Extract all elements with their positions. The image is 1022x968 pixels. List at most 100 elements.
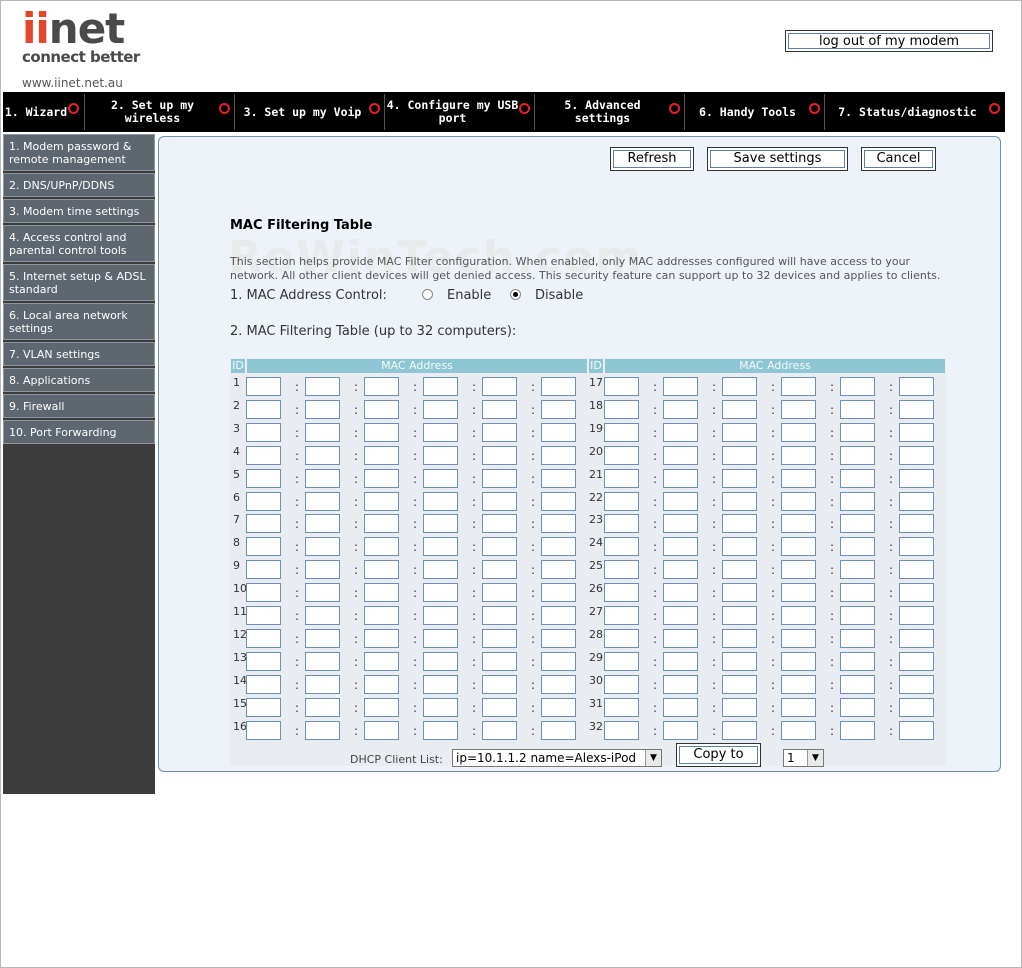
mac-octet-input[interactable] bbox=[781, 446, 816, 465]
sidebar-item-vlan[interactable]: 7. VLAN settings bbox=[3, 342, 155, 366]
mac-octet-input[interactable] bbox=[663, 675, 698, 694]
mac-octet-input[interactable] bbox=[246, 721, 281, 740]
mac-octet-input[interactable] bbox=[364, 537, 399, 556]
mac-octet-input[interactable] bbox=[781, 629, 816, 648]
mac-octet-input[interactable] bbox=[722, 400, 757, 419]
mac-octet-input[interactable] bbox=[840, 492, 875, 511]
tab-advanced[interactable]: 5. Advanced settings bbox=[534, 94, 684, 130]
mac-octet-input[interactable] bbox=[423, 721, 458, 740]
mac-octet-input[interactable] bbox=[482, 400, 517, 419]
mac-octet-input[interactable] bbox=[899, 560, 934, 579]
mac-octet-input[interactable] bbox=[423, 423, 458, 442]
mac-octet-input[interactable] bbox=[781, 423, 816, 442]
mac-octet-input[interactable] bbox=[781, 652, 816, 671]
mac-octet-input[interactable] bbox=[246, 423, 281, 442]
mac-octet-input[interactable] bbox=[840, 721, 875, 740]
mac-octet-input[interactable] bbox=[246, 514, 281, 533]
mac-octet-input[interactable] bbox=[840, 514, 875, 533]
mac-octet-input[interactable] bbox=[482, 583, 517, 602]
mac-octet-input[interactable] bbox=[305, 652, 340, 671]
mac-octet-input[interactable] bbox=[722, 446, 757, 465]
mac-octet-input[interactable] bbox=[840, 469, 875, 488]
mac-octet-input[interactable] bbox=[899, 492, 934, 511]
refresh-button[interactable]: Refresh bbox=[610, 147, 694, 171]
mac-octet-input[interactable] bbox=[541, 721, 576, 740]
mac-octet-input[interactable] bbox=[781, 606, 816, 625]
mac-octet-input[interactable] bbox=[840, 606, 875, 625]
mac-octet-input[interactable] bbox=[781, 377, 816, 396]
logout-button[interactable]: log out of my modem bbox=[785, 30, 993, 52]
mac-octet-input[interactable] bbox=[305, 423, 340, 442]
mac-octet-input[interactable] bbox=[423, 400, 458, 419]
mac-octet-input[interactable] bbox=[541, 400, 576, 419]
tab-status[interactable]: 7. Status/diagnostic bbox=[824, 94, 1004, 130]
mac-octet-input[interactable] bbox=[840, 377, 875, 396]
tab-wizard[interactable]: 1. Wizard bbox=[3, 94, 83, 130]
mac-octet-input[interactable] bbox=[541, 377, 576, 396]
mac-octet-input[interactable] bbox=[899, 537, 934, 556]
mac-octet-input[interactable] bbox=[840, 583, 875, 602]
mac-octet-input[interactable] bbox=[604, 652, 639, 671]
mac-octet-input[interactable] bbox=[663, 492, 698, 511]
mac-octet-input[interactable] bbox=[541, 698, 576, 717]
mac-octet-input[interactable] bbox=[840, 446, 875, 465]
mac-octet-input[interactable] bbox=[781, 469, 816, 488]
mac-octet-input[interactable] bbox=[663, 400, 698, 419]
sidebar-item-applications[interactable]: 8. Applications bbox=[3, 368, 155, 392]
mac-octet-input[interactable] bbox=[781, 675, 816, 694]
mac-octet-input[interactable] bbox=[423, 492, 458, 511]
mac-octet-input[interactable] bbox=[899, 446, 934, 465]
tab-usb[interactable]: 4. Configure my USB port bbox=[384, 94, 534, 130]
mac-octet-input[interactable] bbox=[663, 537, 698, 556]
mac-octet-input[interactable] bbox=[423, 652, 458, 671]
mac-octet-input[interactable] bbox=[305, 560, 340, 579]
mac-octet-input[interactable] bbox=[305, 446, 340, 465]
mac-octet-input[interactable] bbox=[781, 537, 816, 556]
mac-octet-input[interactable] bbox=[722, 606, 757, 625]
sidebar-item-port-forwarding[interactable]: 10. Port Forwarding bbox=[3, 420, 155, 444]
mac-octet-input[interactable] bbox=[246, 675, 281, 694]
mac-octet-input[interactable] bbox=[604, 514, 639, 533]
cancel-button[interactable]: Cancel bbox=[861, 147, 936, 171]
mac-octet-input[interactable] bbox=[305, 606, 340, 625]
mac-octet-input[interactable] bbox=[722, 698, 757, 717]
mac-octet-input[interactable] bbox=[482, 675, 517, 694]
mac-octet-input[interactable] bbox=[246, 537, 281, 556]
mac-octet-input[interactable] bbox=[541, 514, 576, 533]
mac-octet-input[interactable] bbox=[305, 377, 340, 396]
sidebar-item-internet-setup[interactable]: 5. Internet setup & ADSL standard bbox=[3, 264, 155, 301]
mac-octet-input[interactable] bbox=[663, 721, 698, 740]
mac-octet-input[interactable] bbox=[604, 423, 639, 442]
sidebar-item-lan[interactable]: 6. Local area network settings bbox=[3, 303, 155, 340]
mac-octet-input[interactable] bbox=[899, 469, 934, 488]
mac-octet-input[interactable] bbox=[899, 675, 934, 694]
mac-octet-input[interactable] bbox=[541, 469, 576, 488]
mac-octet-input[interactable] bbox=[541, 583, 576, 602]
mac-octet-input[interactable] bbox=[423, 469, 458, 488]
sidebar-item-access-control[interactable]: 4. Access control and parental control t… bbox=[3, 225, 155, 262]
mac-octet-input[interactable] bbox=[722, 629, 757, 648]
mac-octet-input[interactable] bbox=[364, 469, 399, 488]
mac-octet-input[interactable] bbox=[722, 583, 757, 602]
mac-octet-input[interactable] bbox=[781, 698, 816, 717]
mac-octet-input[interactable] bbox=[604, 560, 639, 579]
tab-voip[interactable]: 3. Set up my Voip bbox=[234, 94, 384, 130]
mac-octet-input[interactable] bbox=[541, 560, 576, 579]
mac-octet-input[interactable] bbox=[364, 698, 399, 717]
mac-octet-input[interactable] bbox=[305, 698, 340, 717]
mac-octet-input[interactable] bbox=[246, 652, 281, 671]
mac-octet-input[interactable] bbox=[305, 537, 340, 556]
mac-octet-input[interactable] bbox=[364, 492, 399, 511]
mac-octet-input[interactable] bbox=[364, 606, 399, 625]
mac-octet-input[interactable] bbox=[663, 698, 698, 717]
mac-octet-input[interactable] bbox=[781, 400, 816, 419]
mac-octet-input[interactable] bbox=[305, 514, 340, 533]
mac-octet-input[interactable] bbox=[541, 537, 576, 556]
mac-octet-input[interactable] bbox=[840, 629, 875, 648]
mac-octet-input[interactable] bbox=[423, 698, 458, 717]
mac-octet-input[interactable] bbox=[899, 583, 934, 602]
mac-octet-input[interactable] bbox=[364, 629, 399, 648]
sidebar-item-time[interactable]: 3. Modem time settings bbox=[3, 199, 155, 223]
mac-octet-input[interactable] bbox=[722, 675, 757, 694]
mac-octet-input[interactable] bbox=[541, 629, 576, 648]
